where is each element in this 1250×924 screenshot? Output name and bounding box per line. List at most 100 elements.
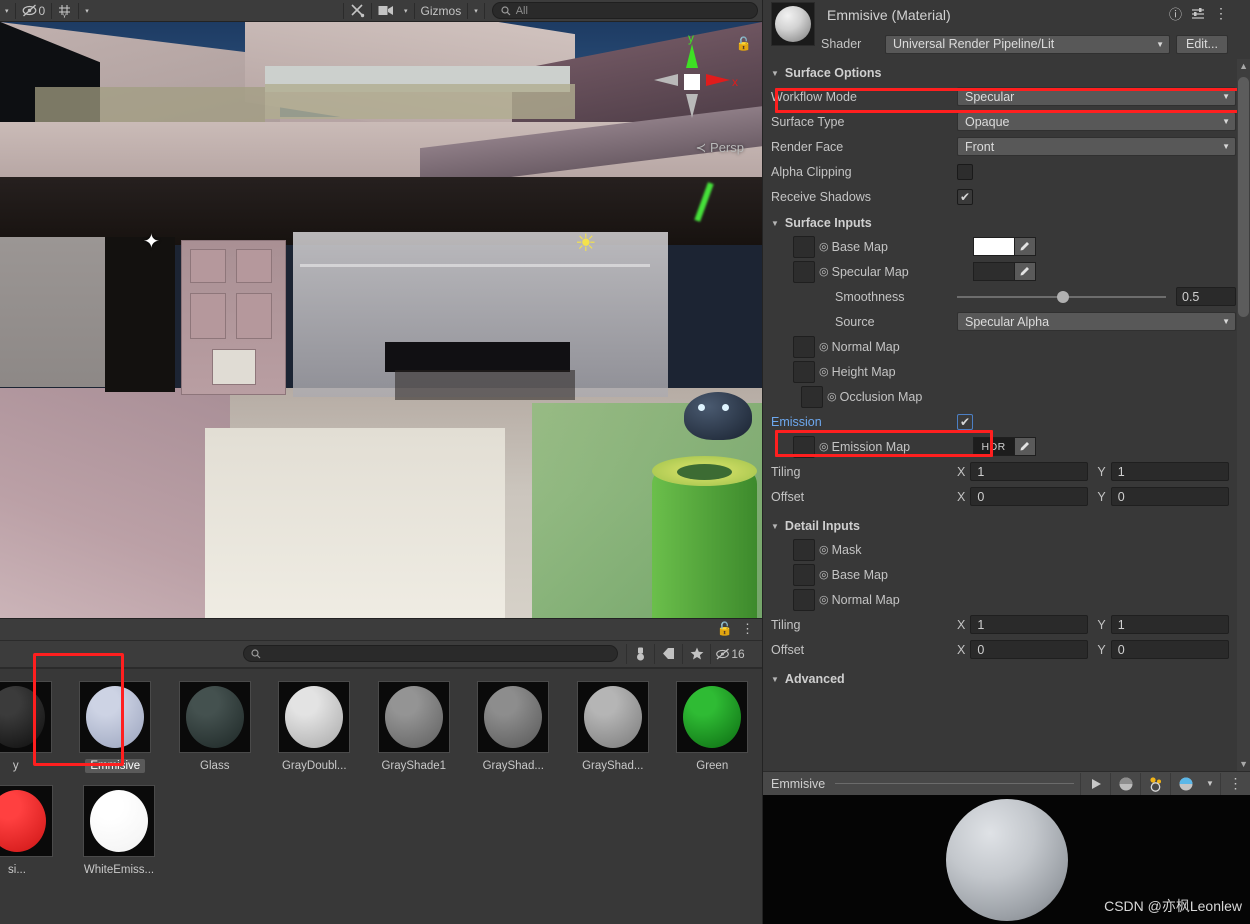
receive-shadows-checkbox[interactable]: ✔	[957, 189, 973, 205]
chevron-down-icon: ▼	[1206, 779, 1214, 788]
surface-type-dropdown[interactable]: Opaque ▼	[957, 112, 1236, 131]
hidden-assets-indicator[interactable]: 16	[710, 644, 750, 664]
scene-menu-caret[interactable]: ▾	[0, 1, 14, 21]
asset-item-green[interactable]: Green	[663, 669, 763, 773]
scene-tools-button[interactable]	[345, 1, 370, 21]
asset-item-grayshade1[interactable]: GrayShade1	[364, 669, 464, 773]
smoothness-slider[interactable]	[957, 296, 1166, 298]
base-map-color-field[interactable]	[973, 237, 1015, 256]
specular-map-color-field[interactable]	[973, 262, 1015, 281]
preview-light-button[interactable]	[1140, 773, 1170, 795]
asset-item-y[interactable]: y	[0, 669, 66, 773]
lock-icon[interactable]: 🔓	[717, 621, 733, 637]
render-face-dropdown[interactable]: Front ▼	[957, 137, 1236, 156]
favorite-filter-button[interactable]	[682, 644, 710, 664]
asset-thumbnail[interactable]	[0, 785, 53, 857]
surface-tiling-y-field[interactable]: 1	[1111, 462, 1229, 481]
height-map-texture-slot[interactable]	[793, 361, 815, 383]
preview-lighting-button[interactable]	[1110, 773, 1140, 795]
grid-options-caret[interactable]: ▾	[80, 1, 94, 21]
emission-checkbox[interactable]: ✔	[957, 414, 973, 430]
scene-camera-button[interactable]	[373, 1, 399, 21]
section-detail-inputs[interactable]: ▼ Detail Inputs	[763, 515, 1236, 537]
preset-icon[interactable]	[1191, 7, 1205, 20]
base-map-texture-slot[interactable]	[793, 236, 815, 258]
scene-view-viewport[interactable]: ✦ ☀ y x 🔓 ≺ Persp	[0, 22, 762, 618]
surface-offset-x-field[interactable]: 0	[970, 487, 1088, 506]
inspector-scroll-thumb[interactable]	[1238, 77, 1249, 317]
shader-edit-button[interactable]: Edit...	[1176, 35, 1228, 54]
hidden-objects-toggle[interactable]: 0	[17, 1, 51, 21]
asset-thumbnail[interactable]	[83, 785, 155, 857]
emission-hdr-color-field[interactable]: HDR	[973, 437, 1015, 456]
asset-thumbnail[interactable]	[477, 681, 549, 753]
asset-item-grayshade2[interactable]: GrayShad...	[464, 669, 564, 773]
detail-tiling-y-field[interactable]: 1	[1111, 615, 1229, 634]
specular-map-eyedropper[interactable]	[1015, 262, 1036, 281]
asset-item-emmisive[interactable]: Emmisive	[66, 669, 166, 773]
smoothness-value-field[interactable]: 0.5	[1176, 287, 1236, 306]
asset-thumbnail[interactable]	[0, 681, 52, 753]
scene-lock-icon[interactable]: 🔓	[736, 36, 752, 52]
gizmos-caret[interactable]: ▾	[469, 1, 483, 21]
asset-thumbnail[interactable]	[179, 681, 251, 753]
asset-item-grayshade3[interactable]: GrayShad...	[563, 669, 663, 773]
detail-tiling-x-field[interactable]: 1	[970, 615, 1088, 634]
detail-offset-x-field[interactable]: 0	[970, 640, 1088, 659]
label-filter-button[interactable]	[654, 644, 682, 664]
scroll-up-arrow-icon[interactable]: ▲	[1239, 61, 1248, 71]
preview-play-button[interactable]	[1080, 773, 1110, 795]
inspector-scrollbar[interactable]: ▲ ▼	[1237, 59, 1250, 771]
scroll-down-arrow-icon[interactable]: ▼	[1239, 759, 1248, 769]
material-preview-area[interactable]: CSDN @亦枫Leonlew	[763, 795, 1250, 924]
section-advanced[interactable]: ▼ Advanced	[763, 668, 1236, 690]
asset-item-redemissive[interactable]: si...	[0, 773, 68, 877]
asset-thumbnail[interactable]	[278, 681, 350, 753]
emission-map-eyedropper[interactable]	[1015, 437, 1036, 456]
base-map-eyedropper[interactable]	[1015, 237, 1036, 256]
surface-offset-y-field[interactable]: 0	[1111, 487, 1229, 506]
help-icon[interactable]: ⓘ	[1169, 4, 1182, 23]
detail-mask-texture-slot[interactable]	[793, 539, 815, 561]
preview-menu-button[interactable]: ⋮	[1220, 773, 1250, 795]
detail-offset-y-field[interactable]: 0	[1111, 640, 1229, 659]
detail-base-map-texture-slot[interactable]	[793, 564, 815, 586]
workflow-mode-dropdown[interactable]: Specular ▼	[957, 87, 1236, 106]
gizmos-button[interactable]: Gizmos	[416, 1, 467, 21]
camera-caret[interactable]: ▾	[399, 1, 413, 21]
asset-thumbnail[interactable]	[577, 681, 649, 753]
emission-label[interactable]: Emission	[771, 415, 957, 429]
asset-thumbnail[interactable]	[79, 681, 151, 753]
kebab-menu-icon[interactable]: ⋮	[1214, 5, 1228, 22]
smoothness-slider-handle[interactable]	[1057, 291, 1069, 303]
projection-mode-label[interactable]: ≺ Persp	[696, 140, 745, 156]
directional-light-gizmo-icon[interactable]: ☀	[575, 232, 605, 262]
specular-map-texture-slot[interactable]	[793, 261, 815, 283]
project-search-input[interactable]	[243, 645, 618, 662]
asset-item-graydoubl[interactable]: GrayDoubl...	[265, 669, 365, 773]
asset-item-whiteemissive[interactable]: WhiteEmiss...	[68, 773, 170, 877]
project-asset-grid[interactable]: yEmmisiveGlassGrayDoubl...GrayShade1Gray…	[0, 668, 762, 924]
occlusion-map-texture-slot[interactable]	[801, 386, 823, 408]
alpha-clipping-checkbox[interactable]	[957, 164, 973, 180]
scene-orientation-gizmo[interactable]: y x	[642, 32, 742, 132]
section-surface-inputs[interactable]: ▼ Surface Inputs	[763, 212, 1236, 234]
point-light-gizmo-icon[interactable]: ✦	[143, 232, 167, 254]
scene-search-input[interactable]: All	[492, 2, 758, 19]
detail-normal-map-texture-slot[interactable]	[793, 589, 815, 611]
kebab-menu-icon[interactable]: ⋮	[741, 621, 754, 637]
asset-item-glass[interactable]: Glass	[165, 669, 265, 773]
asset-thumbnail[interactable]	[676, 681, 748, 753]
grid-snap-button[interactable]: y	[53, 1, 77, 21]
asset-type-filter-button[interactable]	[626, 644, 654, 664]
asset-thumbnail[interactable]	[378, 681, 450, 753]
preview-environment-caret[interactable]: ▼	[1200, 773, 1220, 795]
camera-settings-group[interactable]: ▾	[373, 1, 413, 21]
emission-map-texture-slot[interactable]	[793, 436, 815, 458]
normal-map-texture-slot[interactable]	[793, 336, 815, 358]
shader-dropdown[interactable]: Universal Render Pipeline/Lit ▼	[885, 35, 1170, 54]
section-surface-options[interactable]: ▼ Surface Options	[763, 62, 1236, 84]
surface-tiling-x-field[interactable]: 1	[970, 462, 1088, 481]
preview-environment-button[interactable]	[1170, 773, 1200, 795]
source-dropdown[interactable]: Specular Alpha ▼	[957, 312, 1236, 331]
